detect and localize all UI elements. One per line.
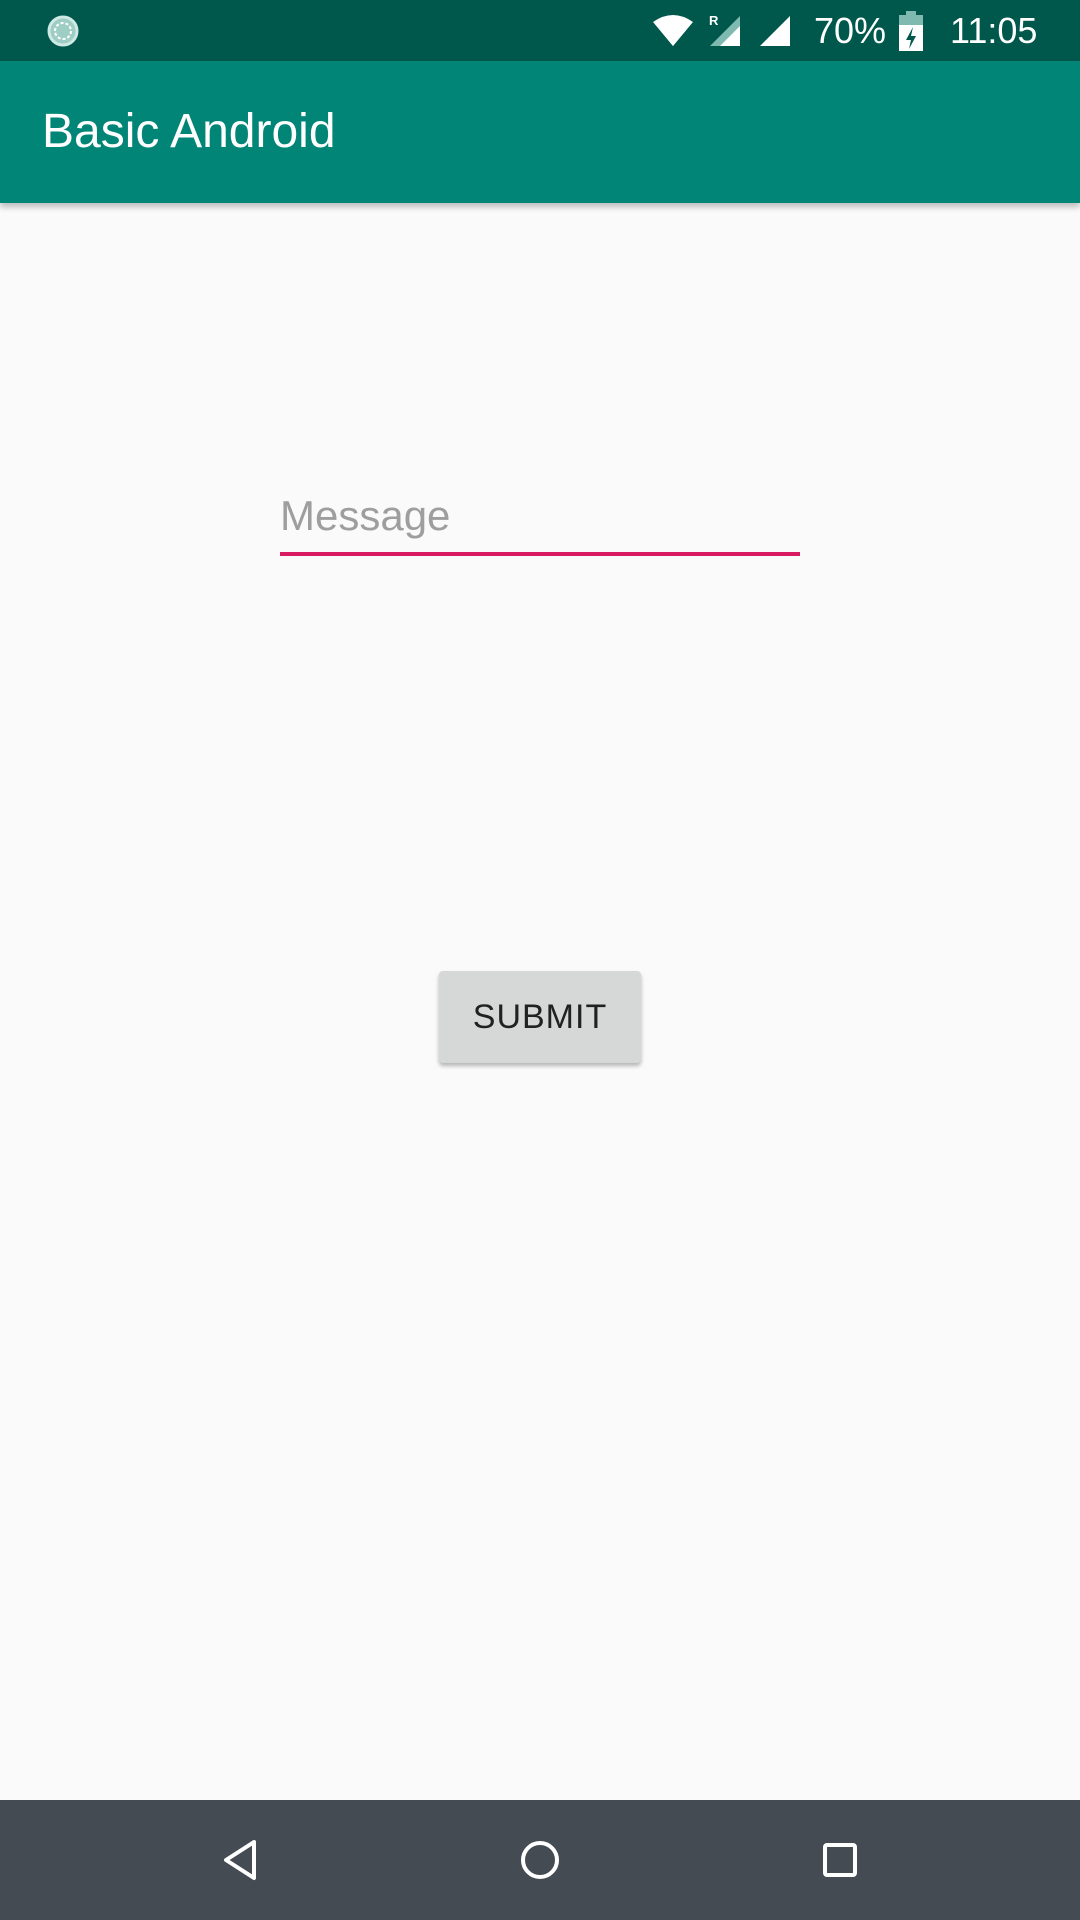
submit-button[interactable]: SUBMIT [439, 971, 641, 1063]
wifi-icon [653, 15, 693, 46]
recents-icon[interactable] [810, 1830, 870, 1890]
sync-icon [47, 15, 79, 47]
back-icon[interactable] [210, 1830, 270, 1890]
roaming-signal-icon: R [709, 13, 740, 46]
svg-text:R: R [709, 13, 719, 28]
status-bar: R 70% 11:05 [0, 0, 1080, 61]
home-icon[interactable] [510, 1830, 570, 1890]
app-screen: R 70% 11:05 Basic Android SUBMIT [0, 0, 1080, 1920]
message-underline [280, 552, 800, 556]
message-input[interactable] [280, 480, 800, 552]
navigation-bar [0, 1800, 1080, 1920]
signal-icon [760, 16, 790, 46]
message-field[interactable] [280, 480, 800, 556]
battery-percent: 70% [814, 10, 887, 51]
app-title: Basic Android [42, 105, 336, 158]
battery-charging-icon [899, 11, 923, 51]
clock: 11:05 [950, 10, 1038, 51]
app-bar: Basic Android [0, 61, 1080, 203]
